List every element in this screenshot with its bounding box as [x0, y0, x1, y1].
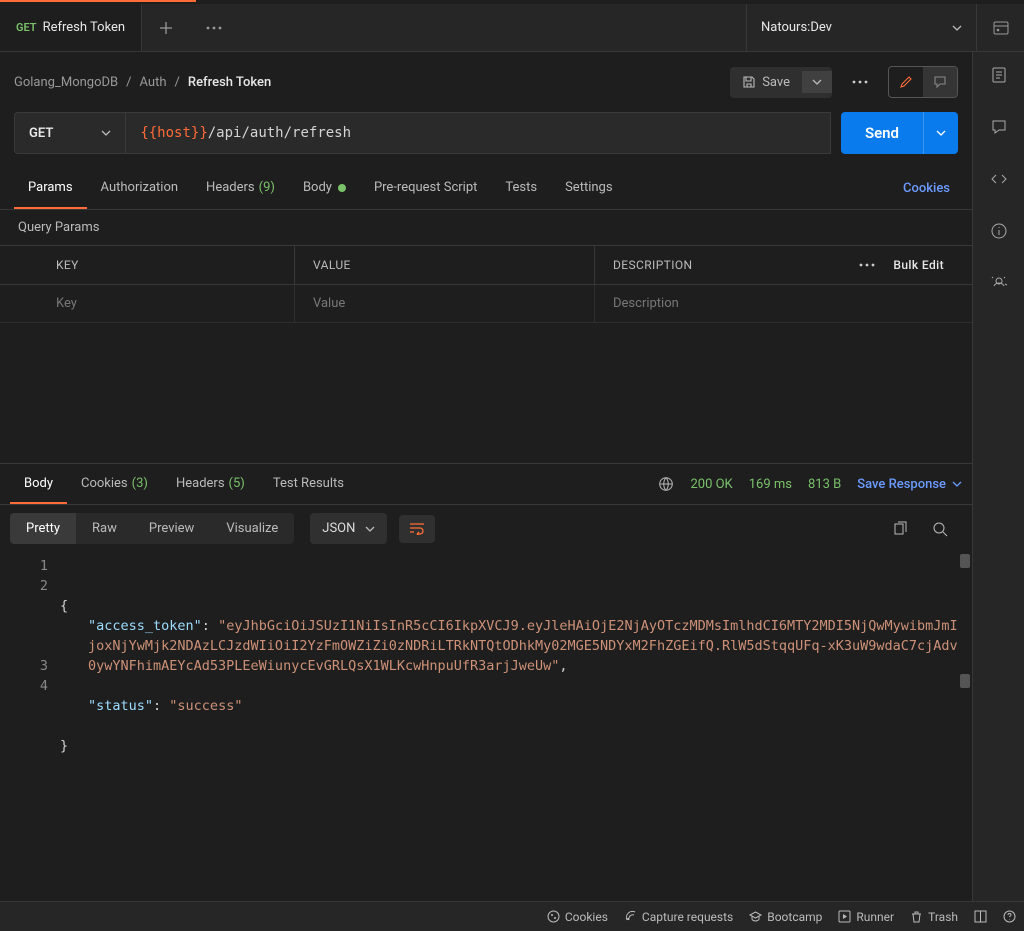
- environment-selector[interactable]: Natours:Dev: [746, 4, 976, 51]
- satellite-icon: [624, 910, 637, 923]
- footer-bootcamp[interactable]: Bootcamp: [749, 910, 822, 924]
- response-size: 813 B: [808, 477, 841, 492]
- param-value-input[interactable]: Value: [295, 285, 595, 322]
- tab-refresh-token[interactable]: GET Refresh Token: [0, 4, 142, 51]
- save-dropdown-button[interactable]: [802, 71, 832, 93]
- copy-icon: [892, 521, 908, 537]
- save-button[interactable]: Save: [730, 67, 802, 98]
- footer-trash[interactable]: Trash: [910, 910, 958, 924]
- response-format-selector[interactable]: JSON: [310, 513, 387, 544]
- resp-tab-cookies[interactable]: Cookies (3): [67, 464, 162, 504]
- help-icon: [1003, 910, 1016, 923]
- body-modified-dot: [338, 184, 346, 192]
- chevron-down-icon: [952, 25, 962, 31]
- url-path: /api/auth/refresh: [208, 125, 351, 141]
- breadcrumb-sep: /: [126, 75, 131, 90]
- tab-tests[interactable]: Tests: [491, 168, 551, 209]
- tab-method-label: GET: [16, 21, 37, 34]
- tab-prerequest[interactable]: Pre-request Script: [360, 168, 491, 209]
- view-pretty[interactable]: Pretty: [10, 513, 76, 544]
- comments-button[interactable]: [990, 118, 1008, 136]
- cookies-link[interactable]: Cookies: [903, 181, 958, 196]
- url-input[interactable]: {{host}}/api/auth/refresh: [125, 112, 831, 154]
- tab-overflow-button[interactable]: [190, 4, 238, 51]
- cookie-icon: [547, 910, 560, 923]
- resp-tab-test-results[interactable]: Test Results: [259, 464, 358, 504]
- chevron-down-icon: [101, 130, 111, 136]
- copy-response-button[interactable]: [892, 521, 908, 537]
- breadcrumb-sep: /: [175, 75, 180, 90]
- response-status: 200 OK: [690, 477, 732, 492]
- view-visualize[interactable]: Visualize: [210, 513, 294, 544]
- params-table-header: KEY VALUE DESCRIPTION Bulk Edit: [0, 245, 972, 285]
- breadcrumb-root[interactable]: Golang_MongoDB: [14, 75, 118, 90]
- info-button[interactable]: [990, 222, 1008, 240]
- line-gutter: 1 2 3 4: [0, 552, 60, 901]
- resp-tab-headers[interactable]: Headers (5): [162, 464, 259, 504]
- wrap-icon: [409, 523, 425, 535]
- tab-settings[interactable]: Settings: [551, 168, 626, 209]
- footer-capture[interactable]: Capture requests: [624, 910, 733, 924]
- th-value: VALUE: [295, 246, 595, 284]
- send-dropdown-button[interactable]: [923, 112, 958, 154]
- resp-tab-body[interactable]: Body: [10, 464, 67, 504]
- comment-icon: [933, 75, 947, 89]
- th-key: KEY: [0, 246, 295, 284]
- response-time: 169 ms: [749, 477, 792, 492]
- environment-quicklook-button[interactable]: [976, 4, 1024, 51]
- footer-help-button[interactable]: [1003, 910, 1016, 923]
- http-method-label: GET: [29, 126, 53, 141]
- new-tab-button[interactable]: [142, 4, 190, 51]
- view-preview[interactable]: Preview: [133, 513, 210, 544]
- line-wrap-button[interactable]: [399, 515, 435, 543]
- trash-icon: [910, 910, 923, 923]
- code-snippet-button[interactable]: [990, 170, 1008, 188]
- table-options-button[interactable]: [859, 263, 875, 267]
- graduation-icon: [749, 910, 762, 923]
- pencil-icon: [899, 75, 913, 89]
- chevron-down-icon: [365, 526, 375, 532]
- view-raw[interactable]: Raw: [76, 513, 133, 544]
- param-desc-input[interactable]: Description: [595, 285, 972, 322]
- breadcrumb-folder[interactable]: Auth: [140, 75, 167, 90]
- params-empty-row[interactable]: Key Value Description: [0, 285, 972, 323]
- bulk-edit-button[interactable]: Bulk Edit: [893, 258, 944, 272]
- th-description: DESCRIPTION Bulk Edit: [595, 246, 972, 284]
- footer-runner[interactable]: Runner: [838, 910, 894, 924]
- save-icon: [742, 75, 756, 89]
- tab-headers[interactable]: Headers (9): [192, 168, 289, 209]
- comment-mode-button[interactable]: [923, 67, 957, 97]
- tab-title: Refresh Token: [43, 20, 126, 35]
- tab-body[interactable]: Body: [289, 168, 360, 209]
- footer-cookies[interactable]: Cookies: [547, 910, 608, 924]
- url-variable: {{host}}: [140, 125, 207, 141]
- breadcrumb-current: Refresh Token: [188, 75, 271, 90]
- param-key-input[interactable]: Key: [0, 285, 295, 322]
- build-mode-button[interactable]: [889, 67, 923, 97]
- http-method-selector[interactable]: GET: [14, 112, 125, 154]
- related-button[interactable]: [990, 274, 1008, 292]
- network-icon[interactable]: [658, 476, 674, 492]
- query-params-heading: Query Params: [0, 210, 972, 245]
- tab-authorization[interactable]: Authorization: [87, 168, 193, 209]
- search-response-button[interactable]: [932, 521, 948, 537]
- documentation-button[interactable]: [990, 66, 1008, 84]
- footer-layout-button[interactable]: [974, 910, 987, 923]
- panes-icon: [974, 910, 987, 923]
- play-icon: [838, 910, 851, 923]
- request-more-actions-button[interactable]: [842, 72, 878, 92]
- save-response-button[interactable]: Save Response: [857, 477, 962, 492]
- send-button[interactable]: Send: [841, 112, 923, 154]
- environment-name: Natours:Dev: [761, 20, 832, 35]
- response-body[interactable]: { "access_token": "eyJhbGciOiJSUzI1NiIsI…: [60, 552, 972, 901]
- search-icon: [932, 521, 948, 537]
- tab-params[interactable]: Params: [14, 168, 87, 209]
